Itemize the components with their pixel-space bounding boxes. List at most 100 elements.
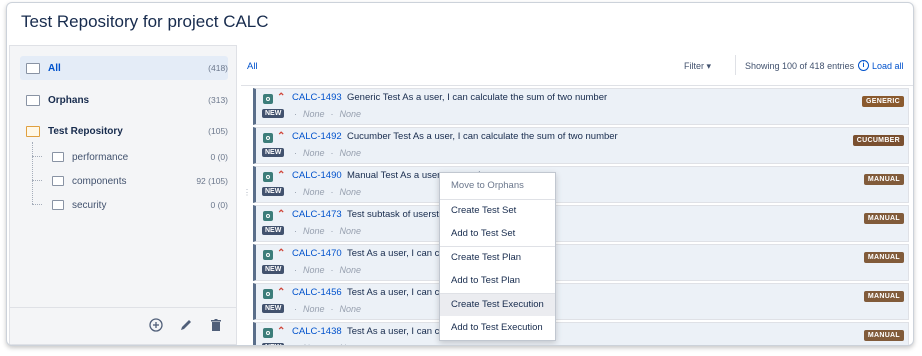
tree-connector <box>32 204 42 205</box>
issue-summary: Test subtask of userst <box>347 209 439 220</box>
tree-item-security[interactable]: security 0 (0) <box>46 193 228 217</box>
test-type-icon <box>263 94 273 104</box>
folder-icon <box>52 200 64 210</box>
tree-item-orphans[interactable]: Orphans (313) <box>20 88 228 112</box>
table-row[interactable]: ⌃CALC-1438Test As a user, I can c bersNE… <box>253 322 909 345</box>
folder-open-icon <box>26 125 40 137</box>
load-all-label: Load all <box>872 60 904 71</box>
tree-item-count: (313) <box>208 95 228 105</box>
test-type-icon <box>263 250 273 260</box>
tree-item-test-repository[interactable]: Test Repository (105) <box>20 119 228 143</box>
tree-item-label: Test Repository <box>48 125 123 137</box>
issue-key-link[interactable]: CALC-1473 <box>292 209 342 220</box>
issue-summary: Cucumber Test As a user, I can calculate… <box>347 131 618 142</box>
meta-value: None <box>303 343 325 345</box>
menu-item-create-test-set[interactable]: Create Test Set <box>440 200 555 222</box>
priority-icon: ⌃ <box>277 326 286 337</box>
meta-value: None <box>303 109 325 119</box>
meta-value: None <box>303 304 325 314</box>
issue-summary: Test As a user, I can c rs <box>347 248 450 259</box>
meta-value: None <box>339 148 362 158</box>
meta-value: None <box>340 343 362 345</box>
test-type-icon <box>263 328 273 338</box>
tree-item-count: 92 (105) <box>196 176 228 186</box>
meta-separator: · <box>330 148 334 158</box>
priority-icon: ⌃ <box>277 209 286 220</box>
status-badge: NEW <box>262 187 285 196</box>
tree-item-label: performance <box>72 151 129 163</box>
menu-item-add-to-test-execution[interactable]: Add to Test Execution <box>440 317 555 339</box>
issue-key-link[interactable]: CALC-1456 <box>292 287 342 298</box>
resize-handle[interactable]: ⋮ <box>243 189 251 197</box>
menu-item-create-test-execution[interactable]: Create Test Execution <box>440 294 555 316</box>
issue-key-link[interactable]: CALC-1438 <box>292 326 342 337</box>
test-type-icon <box>263 289 273 299</box>
status-badge: NEW <box>262 343 285 345</box>
tree-item-performance[interactable]: performance 0 (0) <box>46 145 228 169</box>
info-icon: i <box>858 60 869 71</box>
tree-item-count: 0 (0) <box>210 152 228 162</box>
test-type-icon <box>263 172 273 182</box>
meta-separator: · <box>294 304 297 314</box>
trash-icon[interactable] <box>208 318 224 334</box>
meta-value: None <box>339 226 362 236</box>
meta-value: None <box>303 148 325 158</box>
meta-value: None <box>339 109 362 119</box>
meta-separator: · <box>294 226 297 236</box>
tree-actions-bar <box>10 307 236 344</box>
table-row[interactable]: ⌃ CALC-1473 Test subtask of userst NEW MANUA… <box>253 205 909 242</box>
entries-count: Showing 100 of 418 entries <box>745 61 855 71</box>
menu-item-move-to-orphans[interactable]: Move to Orphans <box>440 175 555 197</box>
test-repository-tree: All (418) Orphans (313) Test Repository … <box>9 45 237 345</box>
test-type-badge: MANUAL <box>863 213 904 224</box>
tree-item-label: components <box>72 175 127 187</box>
table-row[interactable]: ⌃ CALC-1493 Generic Test As a user, I can … <box>253 88 909 125</box>
test-type-badge: MANUAL <box>863 291 904 302</box>
toolbar-divider <box>735 55 736 75</box>
table-row[interactable]: ⌃ CALC-1492 Cucumber Test As a user, I can… <box>253 127 909 164</box>
tree-item-all[interactable]: All (418) <box>20 56 228 80</box>
tree-item-count: (105) <box>208 126 228 136</box>
tree-item-components[interactable]: components 92 (105) <box>46 169 228 193</box>
add-circle-icon[interactable] <box>148 318 164 334</box>
issue-key-link[interactable]: CALC-1470 <box>292 248 342 259</box>
meta-separator: · <box>330 187 334 197</box>
row-meta: · None · None <box>294 109 367 119</box>
status-badge: NEW <box>262 265 285 274</box>
table-row[interactable]: ⌃ CALC-1490 Manual Test As a user, wo numb… <box>253 166 909 203</box>
meta-separator: · <box>330 265 334 275</box>
list-toolbar: All Filter ▾ Showing 100 of 418 entries … <box>241 45 913 86</box>
test-type-icon <box>263 211 273 221</box>
pencil-icon[interactable] <box>178 318 194 334</box>
tree-connector <box>32 156 42 157</box>
menu-item-create-test-plan[interactable]: Create Test Plan <box>440 247 555 269</box>
test-type-badge: GENERIC <box>862 96 904 107</box>
test-type-icon <box>263 133 273 143</box>
menu-item-add-to-test-plan[interactable]: Add to Test Plan <box>440 270 555 292</box>
meta-value: None <box>303 265 325 275</box>
filter-dropdown[interactable]: Filter ▾ <box>684 61 711 72</box>
meta-separator: · <box>294 265 297 275</box>
table-row[interactable]: ⌃ CALC-1470 Test As a user, I can c rs NEW M… <box>253 244 909 281</box>
breadcrumb-all[interactable]: All <box>247 61 258 72</box>
menu-item-add-to-test-set[interactable]: Add to Test Set <box>440 223 555 245</box>
meta-separator: · <box>294 343 297 345</box>
row-meta: · None · None <box>294 148 367 158</box>
load-all-link[interactable]: i Load all <box>858 60 904 71</box>
page-title: Test Repository for project CALC <box>21 12 269 31</box>
meta-value: None <box>303 226 325 236</box>
issue-key-link[interactable]: CALC-1490 <box>292 170 342 181</box>
meta-separator: · <box>294 109 297 119</box>
status-badge: NEW <box>262 304 285 313</box>
issue-summary: Test As a user, I can c rs <box>347 287 450 298</box>
issue-key-link[interactable]: CALC-1492 <box>292 131 342 142</box>
test-type-badge: MANUAL <box>863 252 904 263</box>
priority-icon: ⌃ <box>277 287 286 298</box>
row-meta: · None · None <box>294 265 367 275</box>
priority-icon: ⌃ <box>277 131 286 142</box>
tree-item-label: All <box>48 62 61 74</box>
issue-key-link[interactable]: CALC-1493 <box>292 92 342 103</box>
meta-value: None <box>339 265 362 275</box>
app-window: Test Repository for project CALC All (41… <box>6 2 914 346</box>
table-row[interactable]: ⌃ CALC-1456 Test As a user, I can c rs NEW M… <box>253 283 909 320</box>
